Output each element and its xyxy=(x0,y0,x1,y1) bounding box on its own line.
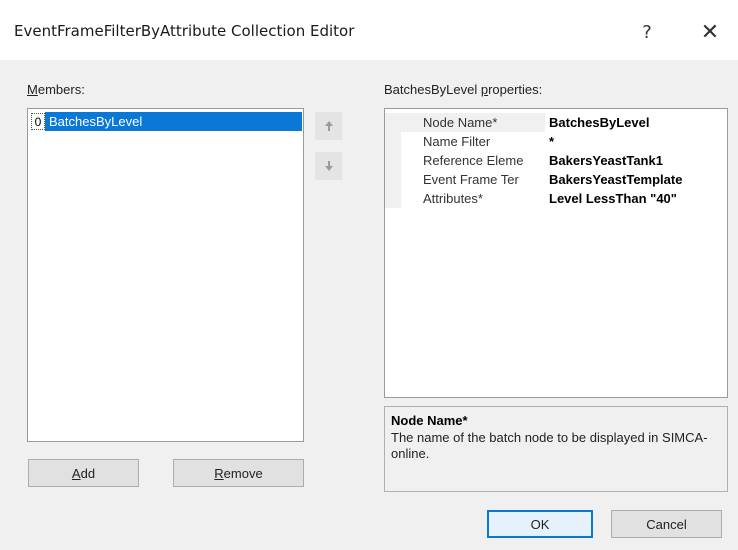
row-gutter xyxy=(385,189,401,208)
members-label-mnemonic: M xyxy=(27,82,38,97)
property-name: Reference Eleme xyxy=(423,153,524,168)
property-name: Event Frame Ter xyxy=(423,172,519,187)
property-grid[interactable]: Node Name* BatchesByLevel Name Filter * … xyxy=(384,108,728,398)
ok-button[interactable]: OK xyxy=(487,510,593,538)
help-button[interactable]: ? xyxy=(627,16,667,48)
properties-label: BatchesByLevel properties: xyxy=(384,82,542,97)
list-item-index: 0 xyxy=(31,113,45,130)
cancel-button[interactable]: Cancel xyxy=(611,510,722,538)
property-value[interactable]: BakersYeastTank1 xyxy=(545,151,727,170)
property-value[interactable]: * xyxy=(545,132,727,151)
property-name: Node Name* xyxy=(401,113,545,132)
description-title: Node Name* xyxy=(391,413,468,428)
arrow-up-icon xyxy=(324,121,333,131)
property-value[interactable]: Level LessThan "40" xyxy=(545,189,727,208)
property-row-node-name[interactable]: Node Name* BatchesByLevel xyxy=(385,113,727,132)
remove-button[interactable]: Remove xyxy=(173,459,304,487)
members-label-text: embers: xyxy=(37,82,85,97)
property-name: Attributes* xyxy=(423,191,483,206)
property-name: Name Filter xyxy=(423,134,491,149)
properties-label-prefix: BatchesByLevel xyxy=(384,82,481,97)
add-button[interactable]: Add xyxy=(28,459,139,487)
property-row-reference-element[interactable]: Reference Eleme BakersYeastTank1 xyxy=(385,151,727,170)
property-row-event-frame-template[interactable]: Event Frame Ter BakersYeastTemplate xyxy=(385,170,727,189)
window-title: EventFrameFilterByAttribute Collection E… xyxy=(14,22,355,40)
remove-button-text: emove xyxy=(223,465,263,481)
add-button-mnemonic: A xyxy=(71,465,81,481)
property-row-attributes[interactable]: Attributes* Level LessThan "40" xyxy=(385,189,727,208)
move-down-button[interactable] xyxy=(315,152,342,180)
members-label: Members: xyxy=(27,82,85,97)
add-button-text: dd xyxy=(80,465,96,481)
property-value[interactable]: BatchesByLevel xyxy=(545,113,727,132)
property-row-name-filter[interactable]: Name Filter * xyxy=(385,132,727,151)
property-description-panel: Node Name* The name of the batch node to… xyxy=(384,406,728,492)
list-item[interactable]: 0 BatchesByLevel xyxy=(31,112,302,131)
remove-button-mnemonic: R xyxy=(214,465,224,481)
members-list[interactable]: 0 BatchesByLevel xyxy=(27,108,304,442)
close-button[interactable]: ✕ xyxy=(690,16,730,48)
description-text: The name of the batch node to be display… xyxy=(391,430,708,461)
row-gutter xyxy=(385,151,401,170)
list-item-label: BatchesByLevel xyxy=(45,112,302,131)
row-gutter xyxy=(385,132,401,151)
properties-label-mnemonic: p xyxy=(480,82,489,97)
title-bar: EventFrameFilterByAttribute Collection E… xyxy=(0,0,738,60)
properties-label-suffix: roperties: xyxy=(488,82,543,97)
row-gutter xyxy=(385,170,401,189)
row-gutter xyxy=(385,113,401,132)
arrow-down-icon xyxy=(324,161,333,171)
move-up-button[interactable] xyxy=(315,112,342,140)
property-value[interactable]: BakersYeastTemplate xyxy=(545,170,727,189)
